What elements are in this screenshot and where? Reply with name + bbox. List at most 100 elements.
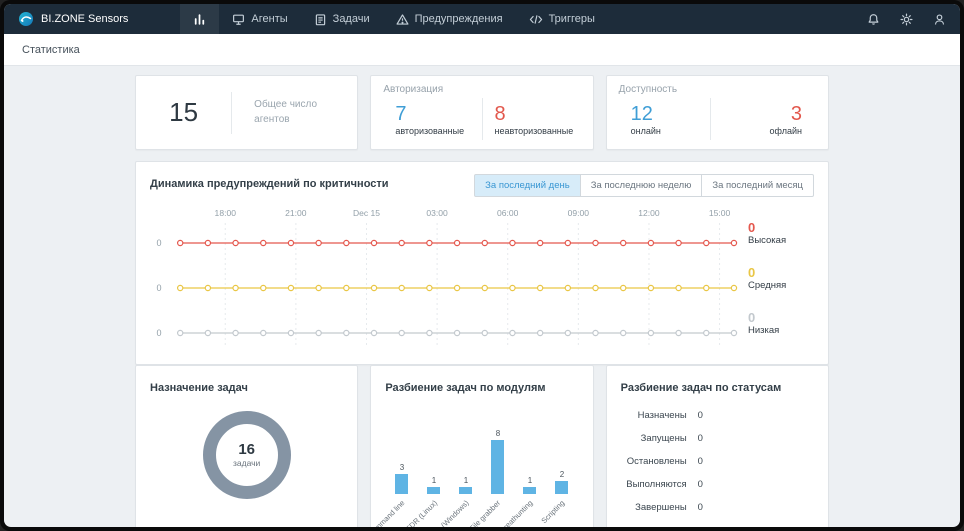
- period-tabs: За последний день За последнюю неделю За…: [474, 174, 814, 197]
- page-header: Статистика: [4, 34, 960, 66]
- legend-high-label: Высокая: [748, 235, 787, 246]
- task-assignment-card: Назначение задач 16 задачи: [135, 365, 359, 527]
- bar: [523, 487, 537, 494]
- status-value: 0: [697, 456, 703, 467]
- online-label: онлайн: [630, 125, 661, 136]
- warning-icon: [396, 13, 409, 25]
- legend-low-count: 0: [748, 310, 756, 325]
- status-row: Запущены 0: [621, 433, 814, 444]
- total-agents-card: 15 Общее число агентов: [135, 75, 359, 150]
- nav-tasks[interactable]: Задачи: [301, 4, 383, 34]
- svg-text:21:00: 21:00: [285, 208, 307, 218]
- legend-medium-count: 0: [748, 265, 756, 280]
- nav-triggers-label: Триггеры: [548, 13, 595, 25]
- offline-value: 3: [790, 102, 802, 125]
- total-agents-value: 15: [169, 97, 199, 127]
- status-row: Завершены 0: [621, 502, 814, 513]
- status-label: Запущены: [640, 433, 687, 444]
- bar-value: 1: [431, 476, 437, 486]
- assignment-total: 16: [238, 441, 255, 458]
- svg-text:06:00: 06:00: [497, 208, 519, 218]
- nav-agents[interactable]: Агенты: [219, 4, 300, 34]
- legend-high: 0 Высокая: [748, 221, 786, 247]
- bar-value: 1: [527, 476, 533, 486]
- svg-text:12:00: 12:00: [638, 208, 660, 218]
- bar-3: 1 EDR (Windows): [427, 476, 473, 527]
- gear-icon[interactable]: [900, 12, 913, 26]
- svg-text:0: 0: [157, 328, 162, 338]
- bar-category-label: Threathunting: [495, 498, 535, 527]
- bar-category-label: Scripting: [539, 498, 567, 526]
- tab-last-week[interactable]: За последнюю неделю: [579, 174, 703, 197]
- user-icon[interactable]: [933, 13, 946, 26]
- app: BI.ZONE Sensors Агенты Задачи Предупрежд…: [4, 4, 960, 527]
- svg-text:Dec 15: Dec 15: [353, 208, 380, 218]
- bar-5: 1 Threathunting: [496, 476, 537, 527]
- statuses-list: Назначены 0 Запущены 0 Остановлены 0 Вып…: [621, 410, 814, 513]
- offline-stat: 3 офлайн: [711, 103, 816, 136]
- top-navbar: BI.ZONE Sensors Агенты Задачи Предупрежд…: [4, 4, 960, 34]
- brand: BI.ZONE Sensors: [18, 11, 128, 27]
- tab-last-month[interactable]: За последний месяц: [701, 174, 814, 197]
- bar: [427, 487, 441, 494]
- nav-alerts-label: Предупреждения: [414, 13, 503, 25]
- bar-6: 2 Scripting: [540, 469, 569, 525]
- assignment-title: Назначение задач: [150, 382, 248, 394]
- bar-category-label: File grabber: [467, 498, 503, 527]
- summary-row: 15 Общее число агентов Авторизация 7 авт…: [135, 75, 829, 150]
- status-label: Остановлены: [626, 456, 687, 467]
- bar: [459, 487, 473, 494]
- bar-value: 2: [559, 469, 565, 479]
- svg-text:0: 0: [157, 283, 162, 293]
- svg-text:03:00: 03:00: [426, 208, 448, 218]
- tab-last-day[interactable]: За последний день: [474, 174, 581, 197]
- bar-4: 8 File grabber: [468, 429, 505, 527]
- authorized-stat: 7 авторизованные: [383, 103, 481, 136]
- app-window: BI.ZONE Sensors Агенты Задачи Предупрежд…: [0, 0, 964, 531]
- svg-text:0: 0: [157, 238, 162, 248]
- nav-statistics[interactable]: [180, 4, 220, 34]
- status-value: 0: [697, 479, 703, 490]
- nav-triggers[interactable]: Триггеры: [516, 4, 608, 34]
- availability-card: Доступность 12 онлайн 3 офлайн: [605, 75, 829, 150]
- brand-name: BI.ZONE Sensors: [41, 13, 129, 25]
- status-row: Выполняются 0: [621, 479, 814, 490]
- bar: [555, 480, 569, 494]
- legend-low-label: Низкая: [748, 325, 780, 336]
- availability-title: Доступность: [618, 84, 678, 95]
- alerts-legend: 0 Высокая 0 Средняя 0 Низкая: [740, 207, 814, 355]
- status-row: Остановлены 0: [621, 456, 814, 467]
- assignment-total-label: задачи: [233, 458, 261, 468]
- bar-value: 8: [495, 429, 501, 438]
- agents-icon: [233, 14, 245, 25]
- online-stat: 12 онлайн: [619, 103, 710, 136]
- bar: [395, 473, 409, 494]
- bell-icon[interactable]: [867, 13, 880, 26]
- legend-medium: 0 Средняя: [748, 266, 786, 292]
- statuses-title: Разбиение задач по статусам: [620, 382, 782, 394]
- nav-agents-label: Агенты: [251, 13, 288, 25]
- status-label: Выполняются: [626, 479, 687, 490]
- alerts-dynamics-card: Динамика предупреждений по критичности З…: [135, 161, 829, 365]
- unauthorized-value: 8: [494, 102, 506, 125]
- authorized-value: 7: [395, 102, 407, 125]
- svg-text:15:00: 15:00: [709, 208, 731, 218]
- statuses-card: Разбиение задач по статусам Назначены 0 …: [605, 365, 829, 527]
- bar-2: 1 EDR (Linux): [403, 476, 441, 527]
- nav-tasks-label: Задачи: [332, 13, 370, 25]
- online-value: 12: [630, 102, 653, 125]
- unauthorized-label: неавторизованные: [494, 125, 574, 136]
- status-row: Назначены 0: [621, 410, 814, 421]
- status-value: 0: [697, 433, 703, 444]
- page-title: Статистика: [22, 43, 80, 56]
- alerts-line-chart: 18:00 21:00 Dec 15 03:00 06:00 09:00 12:00 15:0…: [157, 208, 738, 345]
- status-value: 0: [697, 502, 703, 513]
- legend-low: 0 Низкая: [748, 311, 779, 337]
- authorized-label: авторизованные: [395, 125, 465, 136]
- status-label: Завершены: [635, 502, 687, 513]
- bar: [491, 440, 505, 494]
- navbar-right: [867, 12, 946, 26]
- nav-alerts[interactable]: Предупреждения: [383, 4, 516, 34]
- modules-title: Разбиение задач по модулям: [385, 382, 546, 394]
- bar-chart-icon: [195, 13, 205, 25]
